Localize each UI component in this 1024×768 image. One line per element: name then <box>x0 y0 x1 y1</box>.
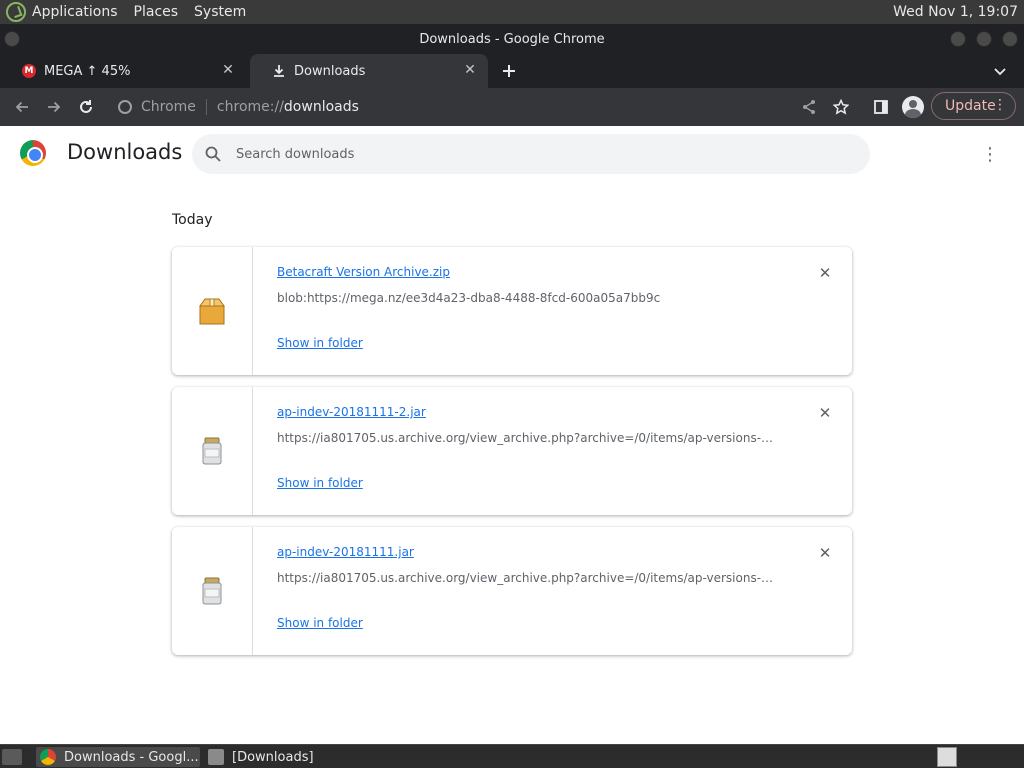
download-item: ap-indev-20181111-2.jar https://ia801705… <box>172 387 852 515</box>
chevron-down-icon <box>994 68 1006 76</box>
zip-archive-icon <box>199 298 225 325</box>
tray-chrome-icon[interactable] <box>937 747 957 767</box>
omnibox-separator <box>205 99 207 115</box>
update-button[interactable]: Update ⋮ <box>931 92 1016 120</box>
download-file-link[interactable]: ap-indev-20181111.jar <box>277 545 414 559</box>
downloads-header: Downloads ⋮ <box>0 126 1024 182</box>
bookmark-button[interactable] <box>829 95 853 119</box>
download-file-link[interactable]: Betacraft Version Archive.zip <box>277 265 450 279</box>
download-item: ap-indev-20181111.jar https://ia801705.u… <box>172 527 852 655</box>
download-source-url: https://ia801705.us.archive.org/view_arc… <box>277 571 777 585</box>
url-host: downloads <box>283 99 359 115</box>
close-icon: ✕ <box>818 404 832 422</box>
close-tab-icon[interactable]: ✕ <box>462 62 478 78</box>
close-window-button[interactable] <box>1002 31 1018 47</box>
jar-icon <box>202 437 222 465</box>
remove-download-button[interactable]: ✕ <box>817 404 833 422</box>
close-icon: ✕ <box>818 544 832 562</box>
tab-search-button[interactable] <box>990 62 1010 82</box>
window-titlebar[interactable]: Downloads - Google Chrome <box>0 24 1024 54</box>
clock[interactable]: Wed Nov 1, 19:07 <box>893 4 1018 20</box>
page-title: Downloads <box>67 140 183 164</box>
show-desktop-button[interactable] <box>2 749 22 765</box>
menu-applications[interactable]: Applications <box>32 4 118 20</box>
star-icon <box>833 99 849 115</box>
reload-icon <box>80 100 92 113</box>
search-input[interactable] <box>236 144 836 164</box>
minimize-button[interactable] <box>950 31 966 47</box>
close-icon: ✕ <box>818 264 832 282</box>
distro-logo-icon[interactable] <box>6 2 26 22</box>
browser-toolbar: Chrome chrome://downloads Update ⋮ <box>0 88 1024 126</box>
share-button[interactable] <box>797 95 821 119</box>
download-icon <box>272 64 286 78</box>
tab-strip: M MEGA ↑ 45% ✕ Downloads ✕ <box>0 54 1024 88</box>
file-icon-column <box>172 527 253 655</box>
download-item: Betacraft Version Archive.zip blob:https… <box>172 247 852 375</box>
show-in-folder-link[interactable]: Show in folder <box>277 336 363 350</box>
page-menu-button[interactable]: ⋮ <box>980 143 1000 165</box>
tab-mega[interactable]: M MEGA ↑ 45% ✕ <box>0 54 246 88</box>
jar-icon <box>202 577 222 605</box>
chrome-icon <box>40 749 56 765</box>
show-in-folder-link[interactable]: Show in folder <box>277 476 363 490</box>
tab-label: MEGA ↑ 45% <box>44 63 131 79</box>
side-panel-button[interactable] <box>869 95 893 119</box>
taskbar-label: Downloads - Googl... <box>64 749 199 765</box>
chrome-logo-icon <box>20 140 46 166</box>
update-label: Update <box>945 98 996 114</box>
download-source-url: blob:https://mega.nz/ee3d4a23-dba8-4488-… <box>277 291 661 305</box>
share-icon <box>803 100 815 114</box>
tab-label: Downloads <box>294 63 366 79</box>
more-vert-icon: ⋮ <box>993 97 1007 113</box>
arrow-left-icon <box>15 101 28 113</box>
download-file-link[interactable]: ap-indev-20181111-2.jar <box>277 405 426 419</box>
more-vert-icon: ⋮ <box>981 143 999 165</box>
file-icon-column <box>172 247 253 375</box>
reload-button[interactable] <box>74 95 98 119</box>
maximize-button[interactable] <box>976 31 992 47</box>
search-downloads-box[interactable] <box>192 134 870 174</box>
arrow-right-icon <box>48 101 61 113</box>
menu-places[interactable]: Places <box>134 4 179 20</box>
window-menu-button[interactable] <box>4 31 20 47</box>
chrome-icon <box>118 100 132 114</box>
close-tab-icon[interactable]: ✕ <box>220 62 236 78</box>
mega-icon: M <box>22 64 36 78</box>
forward-button[interactable] <box>42 95 66 119</box>
window-title: Downloads - Google Chrome <box>419 31 605 47</box>
taskbar-item-files[interactable]: [Downloads] <box>204 747 344 767</box>
search-icon <box>205 146 221 162</box>
date-section-title: Today <box>172 212 213 228</box>
site-info-chip[interactable]: Chrome <box>108 99 196 115</box>
profile-avatar-icon[interactable] <box>902 96 924 118</box>
menu-system[interactable]: System <box>194 4 246 20</box>
plus-icon <box>503 65 515 77</box>
back-button[interactable] <box>10 95 34 119</box>
tab-downloads[interactable]: Downloads ✕ <box>250 54 488 88</box>
taskbar-label: [Downloads] <box>232 749 314 765</box>
taskbar-item-chrome[interactable]: Downloads - Googl... <box>36 747 200 767</box>
folder-icon <box>208 749 224 765</box>
new-tab-button[interactable] <box>498 60 520 82</box>
download-source-url: https://ia801705.us.archive.org/view_arc… <box>277 431 777 445</box>
desktop-top-panel: Applications Places System Wed Nov 1, 19… <box>0 0 1024 24</box>
remove-download-button[interactable]: ✕ <box>817 264 833 282</box>
url-scheme: chrome:// <box>216 99 284 115</box>
remove-download-button[interactable]: ✕ <box>817 544 833 562</box>
show-in-folder-link[interactable]: Show in folder <box>277 616 363 630</box>
chip-label: Chrome <box>141 99 196 115</box>
file-icon-column <box>172 387 253 515</box>
side-panel-icon <box>874 100 888 114</box>
desktop-taskbar: Downloads - Googl... [Downloads] <box>0 744 1024 768</box>
